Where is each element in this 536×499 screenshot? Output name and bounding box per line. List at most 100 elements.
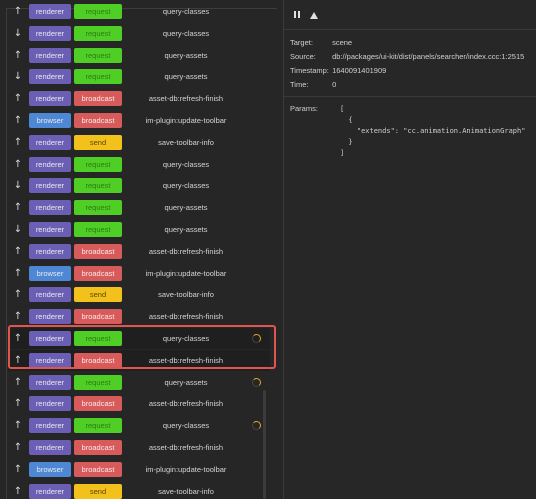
time-row: Time: 0: [290, 80, 336, 89]
type-badge: request: [74, 178, 122, 194]
message-row[interactable]: ↑ renderer request query-classes: [8, 154, 270, 175]
message-row[interactable]: ↑ renderer send save-toolbar-info: [8, 284, 270, 305]
source-badge: renderer: [29, 396, 71, 412]
type-badge: request: [74, 156, 122, 172]
source-badge: browser: [29, 265, 71, 281]
message-row[interactable]: ↑ browser broadcast im-plugin:update-toolba…: [8, 110, 270, 131]
message-name: save-toolbar-info: [158, 137, 214, 147]
type-badge: request: [74, 25, 122, 41]
arrow-down-icon: ↓: [13, 180, 23, 192]
message-name: asset-db:refresh-finish: [148, 246, 224, 256]
type-badge: broadcast: [74, 243, 122, 259]
arrow-down-icon: ↓: [13, 224, 23, 235]
arrow-up-icon: ↑: [13, 245, 23, 257]
time-label: Time:: [290, 80, 309, 89]
pause-icon[interactable]: [292, 9, 304, 21]
loading-spinner-icon: [252, 421, 261, 431]
type-badge: broadcast: [74, 113, 122, 128]
type-badge: send: [74, 134, 122, 150]
message-row[interactable]: ↑ renderer request query-assets: [8, 372, 270, 393]
message-name: query-assets: [164, 377, 208, 387]
message-row[interactable]: ↑ browser broadcast im-plugin:update-toolba…: [8, 263, 270, 284]
message-row[interactable]: ↓ renderer request query-classes: [8, 175, 270, 196]
message-row[interactable]: ↑ renderer broadcast asset-db:refresh-finis…: [8, 437, 270, 458]
message-row[interactable]: ↑ renderer request query-classes: [8, 1, 270, 22]
message-row[interactable]: ↓ renderer request query-assets: [8, 219, 270, 240]
message-name: save-toolbar-info: [158, 290, 214, 300]
message-name: im-plugin:update-toolbar: [145, 116, 227, 125]
arrow-up-icon: ↑: [13, 267, 23, 279]
type-badge: broadcast: [74, 396, 122, 412]
message-row[interactable]: ↑ renderer send save-toolbar-info: [8, 481, 270, 499]
message-row[interactable]: ↑ renderer broadcast asset-db:refresh-finis…: [8, 241, 270, 262]
message-name: query-classes: [162, 28, 210, 38]
type-badge: request: [74, 4, 122, 19]
message-row[interactable]: ↑ renderer request query-assets: [8, 45, 270, 66]
message-name: query-classes: [162, 7, 210, 16]
arrow-up-icon: ↑: [13, 136, 23, 148]
type-badge: request: [74, 47, 122, 63]
message-name: im-plugin:update-toolbar: [145, 464, 227, 474]
message-row[interactable]: ↑ renderer broadcast asset-db:refresh-finis…: [8, 393, 270, 414]
source-badge: renderer: [29, 69, 71, 85]
source-badge: renderer: [29, 4, 71, 19]
arrow-up-icon: ↑: [13, 158, 23, 170]
arrow-up-icon: ↑: [13, 420, 23, 432]
message-row[interactable]: ↑ renderer request query-assets: [8, 197, 270, 218]
params-code: [ { "extends": "cc.animation.AnimationGr…: [340, 105, 526, 157]
source-row: Source: db://packages/ui-kit/dist/panels…: [290, 52, 524, 61]
source-badge: renderer: [29, 25, 71, 41]
type-badge: send: [74, 483, 122, 499]
message-name: asset-db:refresh-finish: [148, 94, 224, 104]
type-badge: request: [74, 222, 122, 237]
arrow-up-icon: ↑: [13, 202, 23, 214]
source-badge: renderer: [29, 483, 71, 499]
arrow-up-icon: ↑: [13, 289, 23, 301]
message-row[interactable]: ↑ browser broadcast im-plugin:update-toolba…: [8, 459, 270, 480]
arrow-down-icon: ↓: [13, 71, 23, 83]
type-badge: broadcast: [74, 265, 122, 281]
timestamp-row: Timestamp: 1640091401909: [290, 66, 386, 75]
arrow-up-icon: ↑: [13, 398, 23, 410]
scrollbar-thumb[interactable]: [263, 390, 266, 499]
arrow-up-icon: ↑: [13, 311, 23, 323]
message-info: Target: scene Source: db://packages/ui-k…: [284, 30, 536, 97]
message-name: query-classes: [162, 421, 210, 431]
message-name: query-assets: [164, 72, 208, 82]
source-badge: renderer: [29, 243, 71, 259]
message-name: query-assets: [164, 203, 208, 213]
source-badge: renderer: [29, 222, 71, 237]
type-badge: request: [74, 200, 122, 216]
target-value: scene: [332, 38, 353, 47]
message-row[interactable]: ↓ renderer request query-classes: [8, 23, 270, 44]
type-badge: broadcast: [74, 461, 122, 477]
target-row: Target: scene: [290, 38, 352, 47]
source-badge: renderer: [29, 47, 71, 63]
arrow-down-icon: ↓: [13, 27, 23, 39]
source-badge: renderer: [29, 156, 71, 172]
message-row[interactable]: ↑ renderer broadcast asset-db:refresh-finis…: [8, 88, 270, 109]
source-badge: renderer: [29, 134, 71, 150]
message-row[interactable]: ↑ renderer request query-classes: [8, 415, 270, 436]
message-name: query-assets: [164, 50, 208, 60]
message-row[interactable]: ↓ renderer request query-assets: [8, 66, 270, 87]
arrow-up-icon: ↑: [13, 376, 23, 388]
arrow-up-icon: ↑: [13, 6, 23, 17]
message-name: query-assets: [164, 225, 208, 234]
arrow-up-icon: ↑: [13, 463, 23, 475]
arrow-up-icon: ↑: [13, 485, 23, 497]
source-badge: renderer: [29, 440, 71, 455]
clear-icon[interactable]: [310, 12, 318, 19]
type-badge: broadcast: [74, 440, 122, 455]
scrollbar[interactable]: [262, 390, 268, 499]
message-name: asset-db:refresh-finish: [148, 399, 224, 409]
message-name: query-classes: [162, 159, 210, 169]
message-row[interactable]: ↑ renderer send save-toolbar-info: [8, 132, 270, 153]
type-badge: send: [74, 287, 122, 303]
message-name: im-plugin:update-toolbar: [145, 268, 227, 278]
type-badge: request: [74, 418, 122, 434]
arrow-up-icon: ↑: [13, 442, 23, 453]
source-label: Source:: [290, 52, 316, 61]
message-name: query-classes: [162, 181, 210, 191]
source-badge: renderer: [29, 200, 71, 216]
